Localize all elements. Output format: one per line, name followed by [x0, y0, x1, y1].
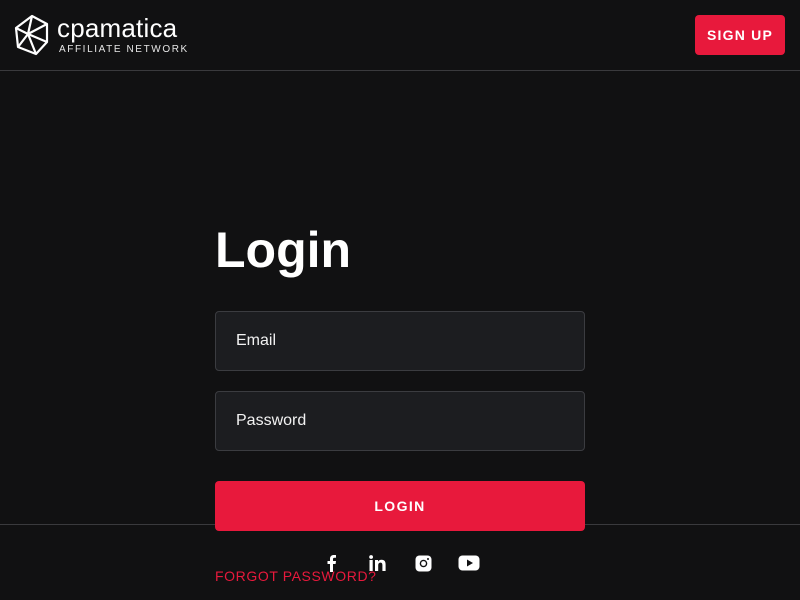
- logo-text: cpamatica AFFILIATE NETWORK: [57, 15, 189, 55]
- login-button[interactable]: LOGIN: [215, 481, 585, 531]
- instagram-icon[interactable]: [411, 552, 435, 574]
- sign-up-button[interactable]: SIGN UP: [695, 15, 785, 55]
- logo-tagline: AFFILIATE NETWORK: [59, 44, 189, 55]
- password-field[interactable]: [215, 391, 585, 451]
- logo-name: cpamatica: [57, 13, 178, 43]
- page-title: Login: [215, 222, 352, 278]
- forgot-password-link[interactable]: FORGOT PASSWORD?: [215, 568, 377, 584]
- logo[interactable]: cpamatica AFFILIATE NETWORK: [14, 14, 189, 56]
- facebook-icon[interactable]: [319, 552, 343, 574]
- youtube-icon[interactable]: [457, 552, 481, 574]
- site-header: cpamatica AFFILIATE NETWORK SIGN UP: [0, 0, 800, 71]
- cpamatica-logo-icon: [14, 14, 49, 56]
- email-field[interactable]: [215, 311, 585, 371]
- linkedin-icon[interactable]: [365, 552, 389, 574]
